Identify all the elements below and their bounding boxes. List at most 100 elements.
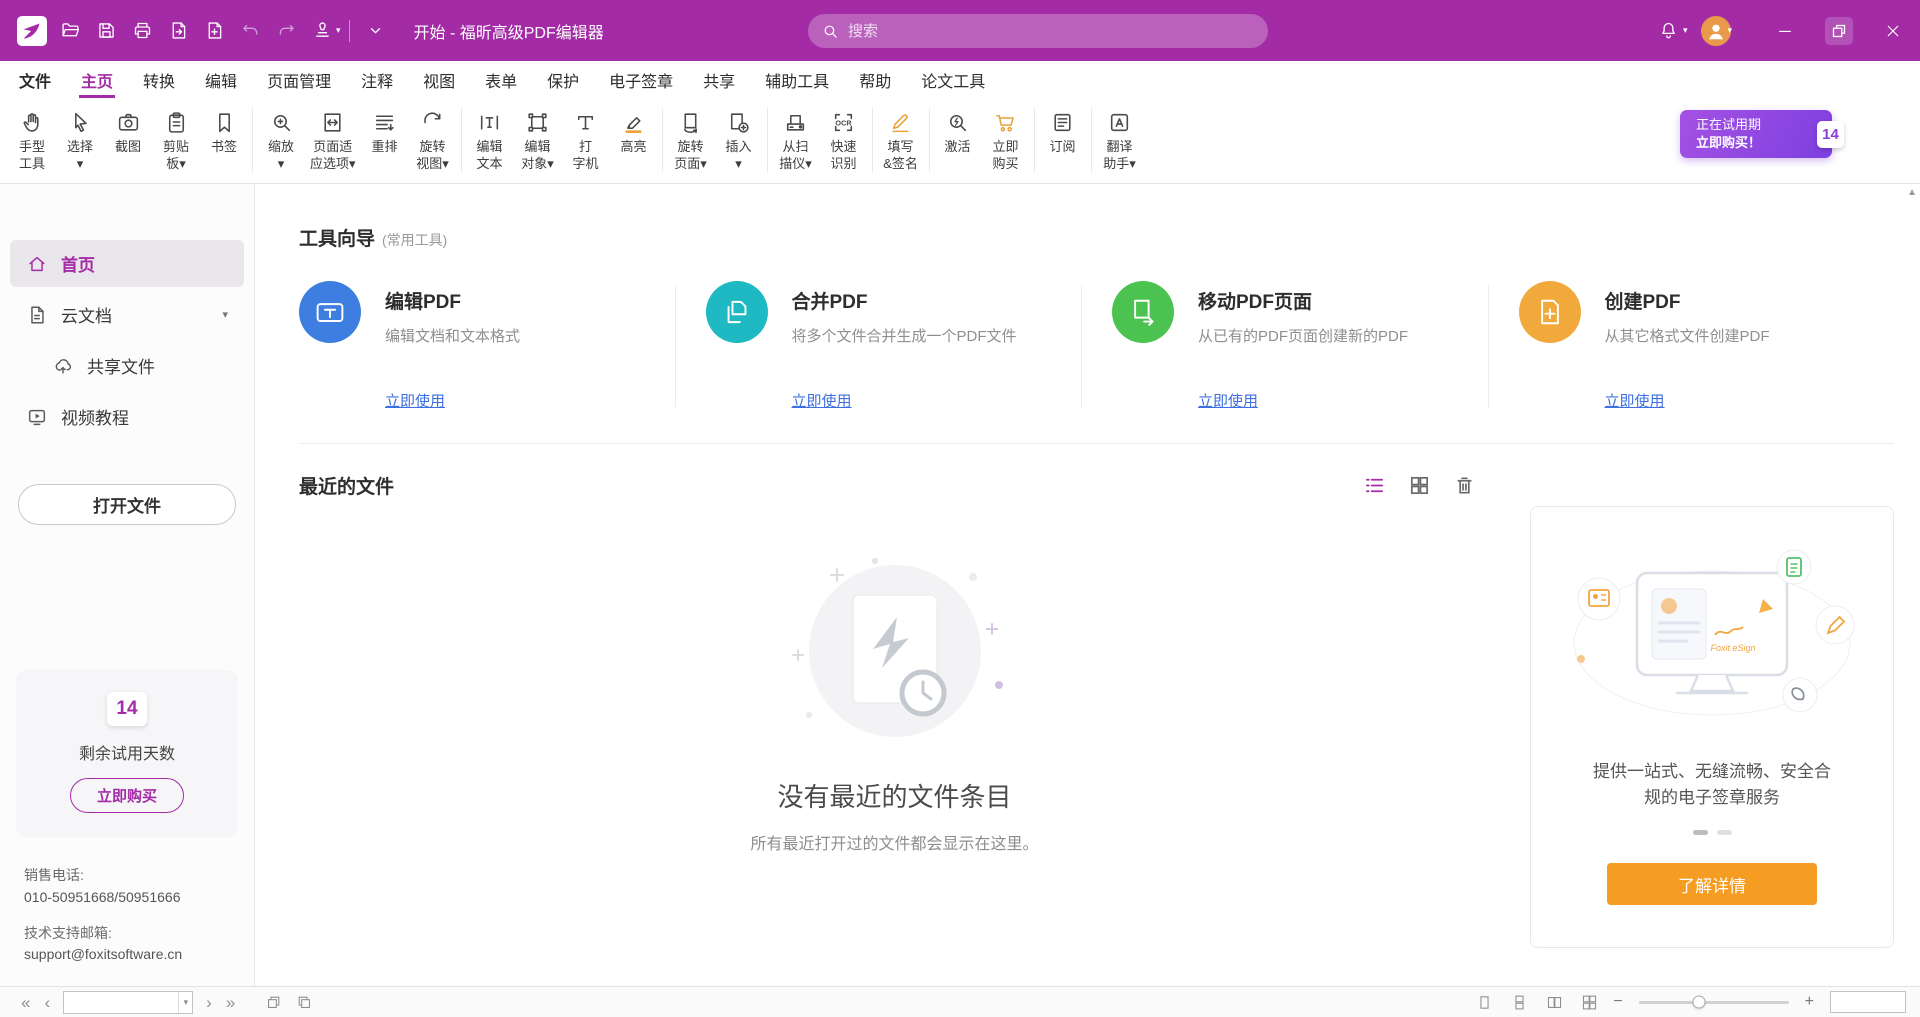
scrollbar-up-arrow[interactable]: ▲	[1907, 187, 1917, 198]
zoom-slider[interactable]	[1639, 1001, 1789, 1004]
avatar-caret[interactable]: ▾	[1727, 25, 1732, 36]
tool-zoom[interactable]: 缩放▾	[257, 105, 305, 175]
subscribe-icon	[1050, 108, 1075, 136]
menu-share[interactable]: 共享	[688, 61, 750, 98]
zoom-out-button[interactable]: −	[1609, 993, 1626, 1011]
carousel-dot-1[interactable]	[1693, 830, 1708, 835]
tool-typewriter[interactable]: 打字机	[562, 105, 610, 175]
use-now-link-create[interactable]: 立即使用	[1605, 390, 1879, 411]
use-now-link-edit[interactable]: 立即使用	[385, 390, 659, 411]
undo-button[interactable]	[232, 13, 268, 49]
support-email-label: 技术支持邮箱:	[24, 923, 230, 945]
zoom-slider-thumb[interactable]	[1692, 996, 1705, 1009]
tool-page-fit[interactable]: 页面适应选项▾	[305, 105, 361, 175]
tool-edit-object[interactable]: 编辑对象▾	[514, 105, 562, 175]
zoom-level-input[interactable]	[1830, 991, 1906, 1013]
menu-comment[interactable]: 注释	[346, 61, 408, 98]
single-page-view-button[interactable]	[1469, 994, 1500, 1011]
facing-view-button[interactable]	[1539, 994, 1570, 1011]
sidebar-item-cloud-docs[interactable]: 云文档 ▾	[10, 291, 244, 338]
ribbon-separator	[662, 108, 663, 172]
tool-rotate-pages[interactable]: 旋转页面▾	[667, 105, 715, 175]
tool-insert-pages[interactable]: 插入▾	[715, 105, 763, 175]
page-number-input[interactable]	[68, 995, 177, 1010]
list-view-button[interactable]	[1363, 474, 1386, 497]
search-input[interactable]	[848, 23, 1254, 40]
menu-esign[interactable]: 电子签章	[594, 61, 688, 98]
next-page-button[interactable]: ›	[199, 994, 219, 1011]
tool-edit-text[interactable]: 编辑文本	[466, 105, 514, 175]
prev-view-button[interactable]	[258, 994, 289, 1011]
tool-highlight[interactable]: 高亮	[610, 105, 658, 158]
tool-reflow[interactable]: 重排	[361, 105, 409, 158]
next-view-button[interactable]	[289, 994, 320, 1011]
close-button[interactable]	[1866, 0, 1920, 61]
print-button[interactable]	[124, 13, 160, 49]
minimize-button[interactable]	[1758, 0, 1812, 61]
continuous-facing-view-button[interactable]	[1574, 994, 1605, 1011]
zoom-in-button[interactable]: +	[1801, 993, 1818, 1011]
use-now-link-move[interactable]: 立即使用	[1198, 390, 1472, 411]
grid-view-button[interactable]	[1408, 474, 1431, 497]
buy-now-button[interactable]: 立即购买	[70, 778, 184, 813]
save-button[interactable]	[88, 13, 124, 49]
support-email-value[interactable]: support@foxitsoftware.cn	[24, 944, 230, 966]
first-page-button[interactable]: «	[14, 994, 37, 1011]
fill-sign-icon	[888, 108, 913, 136]
menu-view[interactable]: 视图	[408, 61, 470, 98]
carousel-dot-2[interactable]	[1717, 830, 1732, 835]
restore-window-button[interactable]	[1812, 0, 1866, 61]
tool-translate-assistant[interactable]: 翻译助手▾	[1096, 105, 1144, 175]
sidebar-item-shared-files[interactable]: 共享文件	[10, 342, 244, 389]
learn-more-button[interactable]: 了解详情	[1607, 863, 1817, 905]
tool-hand[interactable]: 手型工具	[8, 105, 56, 175]
title-bar: ▾ 开始 - 福昕高级PDF编辑器 ▾ ▾	[0, 0, 1920, 61]
rotate-view-icon	[420, 108, 445, 136]
cloud-docs-caret[interactable]: ▾	[222, 308, 228, 321]
menu-home[interactable]: 主页	[66, 61, 128, 98]
sidebar-item-video-tutorials[interactable]: 视频教程	[10, 393, 244, 440]
export-pdf-button[interactable]	[160, 13, 196, 49]
customize-toolbar-button[interactable]	[358, 13, 394, 49]
use-now-link-merge[interactable]: 立即使用	[792, 390, 1066, 411]
menu-accessibility[interactable]: 辅助工具	[750, 61, 844, 98]
redo-button[interactable]	[268, 13, 304, 49]
trial-buy-banner[interactable]: 正在试用期 立即购买！ 14	[1680, 110, 1832, 158]
global-search-box[interactable]	[808, 14, 1268, 48]
menu-file[interactable]: 文件	[4, 61, 66, 98]
promo-carousel-dots[interactable]	[1693, 830, 1732, 835]
menu-convert[interactable]: 转换	[128, 61, 190, 98]
open-file-button[interactable]	[52, 13, 88, 49]
page-number-caret[interactable]: ▾	[178, 992, 189, 1013]
sidebar-item-home[interactable]: 首页	[10, 240, 244, 287]
quick-sign-dropdown-caret[interactable]: ▾	[336, 25, 341, 36]
menu-form[interactable]: 表单	[470, 61, 532, 98]
tool-snapshot[interactable]: 截图	[104, 105, 152, 158]
menu-help[interactable]: 帮助	[844, 61, 906, 98]
tool-clipboard[interactable]: 剪贴板▾	[152, 105, 200, 175]
menu-edit[interactable]: 编辑	[190, 61, 252, 98]
prev-page-button[interactable]: ‹	[37, 994, 57, 1011]
tool-select[interactable]: 选择▾	[56, 105, 104, 175]
tool-subscribe[interactable]: 订阅	[1039, 105, 1087, 158]
clear-recent-button[interactable]	[1453, 474, 1476, 497]
notifications-caret[interactable]: ▾	[1683, 25, 1688, 36]
quick-sign-button[interactable]	[304, 13, 340, 49]
menu-page-management[interactable]: 页面管理	[252, 61, 346, 98]
tool-fill-sign[interactable]: 填写&签名	[877, 105, 925, 175]
last-page-button[interactable]: »	[219, 994, 242, 1011]
recent-files-section: 最近的文件	[299, 472, 1894, 948]
tool-rotate-view[interactable]: 旋转视图▾	[409, 105, 457, 175]
create-pdf-button[interactable]	[196, 13, 232, 49]
continuous-view-button[interactable]	[1504, 994, 1535, 1011]
open-file-pill-button[interactable]: 打开文件	[18, 484, 236, 525]
page-number-box[interactable]: ▾	[63, 991, 193, 1014]
tool-bookmark[interactable]: 书签	[200, 105, 248, 158]
notifications-button[interactable]	[1651, 13, 1687, 49]
menu-thesis-tools[interactable]: 论文工具	[906, 61, 1000, 98]
tool-quick-ocr[interactable]: OCR 快速识别	[820, 105, 868, 175]
tool-from-scanner[interactable]: 从扫描仪▾	[772, 105, 820, 175]
tool-buy-now[interactable]: 立即购买	[982, 105, 1030, 175]
menu-protect[interactable]: 保护	[532, 61, 594, 98]
tool-activate[interactable]: 激活	[934, 105, 982, 158]
